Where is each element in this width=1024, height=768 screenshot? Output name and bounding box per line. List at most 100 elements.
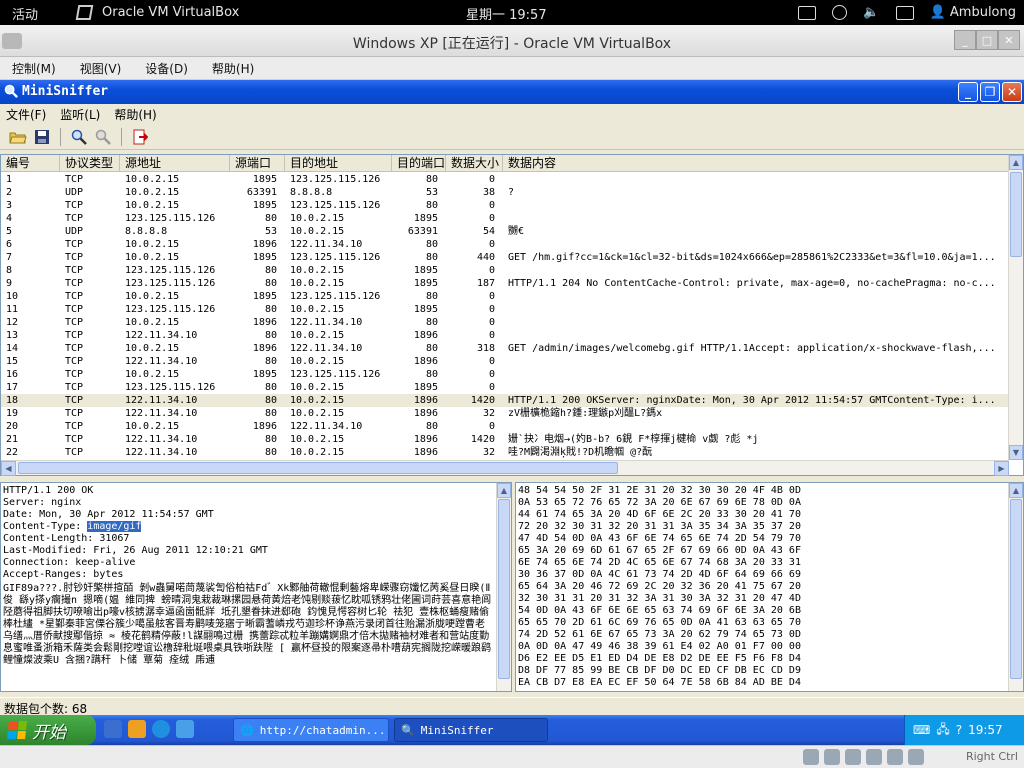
- menu-help[interactable]: 帮助(H): [114, 106, 156, 123]
- table-row[interactable]: 20 TCP 10.0.2.15 1896 122.11.34.10 80 0: [1, 420, 1009, 433]
- table-row[interactable]: 8 TCP 123.125.115.126 80 10.0.2.15 1895 0: [1, 264, 1009, 277]
- keyboard-icon[interactable]: ⌨: [913, 723, 930, 737]
- scroll-left-arrow[interactable]: ◀: [1, 461, 16, 476]
- col-header-number[interactable]: 编号: [1, 155, 60, 172]
- cell-source: 10.0.2.15: [125, 369, 180, 380]
- col-header-content[interactable]: 数据内容: [503, 155, 1009, 172]
- exit-icon[interactable]: [130, 127, 150, 147]
- table-row[interactable]: 10 TCP 10.0.2.15 1895 123.125.115.126 80 0: [1, 290, 1009, 303]
- table-row[interactable]: 9 TCP 123.125.115.126 80 10.0.2.15 1895 187 HTT…: [1, 277, 1009, 290]
- app-menu[interactable]: Oracle VM VirtualBox: [74, 0, 239, 25]
- volume-icon[interactable]: 🔈: [863, 5, 879, 20]
- vbox-menu-control[interactable]: 控制(M): [12, 60, 56, 77]
- xp-minimize-button[interactable]: _: [958, 82, 978, 102]
- cell-protocol: TCP: [65, 434, 84, 445]
- table-row[interactable]: 13 TCP 122.11.34.10 80 10.0.2.15 1896 0: [1, 329, 1009, 342]
- maximize-button[interactable]: □: [976, 30, 998, 50]
- table-row[interactable]: 15 TCP 122.11.34.10 80 10.0.2.15 1896 0: [1, 355, 1009, 368]
- table-row[interactable]: 14 TCP 10.0.2.15 1896 122.11.34.10 80 318 GET /…: [1, 342, 1009, 355]
- usb-icon[interactable]: [845, 749, 861, 765]
- http-header-text[interactable]: HTTP/1.1 200 OK Server: nginx Date: Mon,…: [1, 483, 511, 581]
- help-icon[interactable]: ?: [956, 723, 962, 737]
- col-header-source-port[interactable]: 源端口: [230, 155, 285, 172]
- scroll-up-arrow[interactable]: ▲: [1009, 483, 1023, 498]
- taskbar-item-browser[interactable]: 🌐 http://chatadmin...: [233, 718, 389, 742]
- cell-size: 0: [488, 330, 495, 341]
- table-row[interactable]: 22 TCP 122.11.34.10 80 10.0.2.15 1896 32 哇?M闢渇淵…: [1, 446, 1009, 459]
- close-button[interactable]: ✕: [998, 30, 1020, 50]
- shared-folders-icon[interactable]: [866, 749, 882, 765]
- keyboard-icon[interactable]: [798, 5, 817, 20]
- table-row[interactable]: 1 TCP 10.0.2.15 1895 123.125.115.126 80 0: [1, 173, 1009, 186]
- search-icon[interactable]: [69, 127, 89, 147]
- col-header-size[interactable]: 数据大小: [446, 155, 503, 172]
- scroll-right-arrow[interactable]: ▶: [994, 461, 1009, 476]
- table-row[interactable]: 7 TCP 10.0.2.15 1895 123.125.115.126 80 440 GET…: [1, 251, 1009, 264]
- accessibility-icon[interactable]: [832, 5, 848, 20]
- table-row[interactable]: 6 TCP 10.0.2.15 1896 122.11.34.10 80 0: [1, 238, 1009, 251]
- cell-destination: 10.0.2.15: [290, 226, 345, 237]
- show-desktop-icon[interactable]: [104, 720, 122, 738]
- packet-list-hscrollbar[interactable]: ◀ ▶: [1, 460, 1009, 476]
- col-header-destination[interactable]: 目的地址: [285, 155, 392, 172]
- activities-button[interactable]: 活动: [12, 4, 38, 23]
- hex-dump[interactable]: 48 54 54 50 2F 31 2E 31 20 32 30 30 20 4…: [516, 483, 1023, 689]
- table-row[interactable]: 18 TCP 122.11.34.10 80 10.0.2.15 1896 1420 HTTP…: [1, 394, 1009, 407]
- clock[interactable]: 星期一 19:57: [466, 4, 547, 23]
- user-menu[interactable]: 👤 Ambulong: [930, 5, 1016, 20]
- scroll-down-arrow[interactable]: ▼: [1009, 445, 1023, 460]
- cell-number: 21: [6, 434, 19, 445]
- menu-file[interactable]: 文件(F): [6, 106, 46, 123]
- xp-close-button[interactable]: ✕: [1002, 82, 1022, 102]
- stop-capture-icon[interactable]: [93, 127, 113, 147]
- hard-disk-icon[interactable]: [803, 749, 819, 765]
- vbox-menu-view[interactable]: 视图(V): [80, 60, 122, 77]
- table-row[interactable]: 21 TCP 122.11.34.10 80 10.0.2.15 1896 1420 姗`抉冫…: [1, 433, 1009, 446]
- table-row[interactable]: 4 TCP 123.125.115.126 80 10.0.2.15 1895 0: [1, 212, 1009, 225]
- col-header-protocol[interactable]: 协议类型: [60, 155, 120, 172]
- network-adapter-icon[interactable]: [887, 749, 903, 765]
- scroll-up-arrow[interactable]: ▲: [497, 483, 511, 498]
- scroll-up-arrow[interactable]: ▲: [1009, 155, 1023, 170]
- selected-text[interactable]: image/gif: [87, 521, 142, 532]
- optical-drive-icon[interactable]: [824, 749, 840, 765]
- scroll-thumb[interactable]: [1010, 172, 1022, 257]
- text-pane-vscrollbar[interactable]: ▲: [496, 483, 511, 691]
- cell-size: 440: [476, 252, 495, 263]
- start-button[interactable]: 开始: [0, 715, 96, 745]
- table-row[interactable]: 5 UDP 8.8.8.8 53 10.0.2.15 63391 54 嬲€: [1, 225, 1009, 238]
- xp-restore-button[interactable]: ❐: [980, 82, 1000, 102]
- taskbar-item-minisniffer[interactable]: 🔍 MiniSniffer: [394, 718, 548, 742]
- table-row[interactable]: 12 TCP 10.0.2.15 1896 122.11.34.10 80 0: [1, 316, 1009, 329]
- col-header-dest-port[interactable]: 目的端口: [392, 155, 446, 172]
- table-row[interactable]: 17 TCP 123.125.115.126 80 10.0.2.15 1895 0: [1, 381, 1009, 394]
- hex-pane-vscrollbar[interactable]: ▲: [1008, 483, 1023, 691]
- cell-dest-port: 80: [425, 343, 438, 354]
- table-row[interactable]: 19 TCP 122.11.34.10 80 10.0.2.15 1896 32 zV栅櫎桅鏥…: [1, 407, 1009, 420]
- table-row[interactable]: 2 UDP 10.0.2.15 63391 8.8.8.8 53 38?: [1, 186, 1009, 199]
- media-player-icon[interactable]: [128, 720, 146, 738]
- tray-clock[interactable]: 19:57: [968, 723, 1003, 737]
- minimize-button[interactable]: _: [954, 30, 976, 50]
- menu-listen[interactable]: 监听(L): [60, 106, 100, 123]
- network-icon[interactable]: 🖧: [936, 720, 949, 741]
- open-icon[interactable]: [8, 127, 28, 147]
- packet-list-vscrollbar[interactable]: ▲ ▼: [1008, 155, 1023, 460]
- network-icon[interactable]: [895, 5, 914, 20]
- scroll-thumb[interactable]: [498, 499, 510, 679]
- vbox-menu-help[interactable]: 帮助(H): [212, 60, 254, 77]
- hscroll-thumb[interactable]: [18, 462, 618, 474]
- vbox-menu-devices[interactable]: 设备(D): [145, 60, 188, 77]
- packet-hex-pane[interactable]: 48 54 54 50 2F 31 2E 31 20 32 30 30 20 4…: [515, 482, 1024, 692]
- table-row[interactable]: 11 TCP 123.125.115.126 80 10.0.2.15 1895 0: [1, 303, 1009, 316]
- cell-destination: 10.0.2.15: [290, 408, 345, 419]
- col-header-source[interactable]: 源地址: [120, 155, 230, 172]
- table-row[interactable]: 3 TCP 10.0.2.15 1895 123.125.115.126 80 0: [1, 199, 1009, 212]
- ie-icon[interactable]: [152, 720, 170, 738]
- mouse-integration-icon[interactable]: [908, 749, 924, 765]
- table-row[interactable]: 16 TCP 10.0.2.15 1895 123.125.115.126 80 0: [1, 368, 1009, 381]
- packet-text-pane[interactable]: HTTP/1.1 200 OK Server: nginx Date: Mon,…: [0, 482, 512, 692]
- scroll-thumb[interactable]: [1010, 499, 1022, 679]
- save-icon[interactable]: [32, 127, 52, 147]
- outlook-icon[interactable]: [176, 720, 194, 738]
